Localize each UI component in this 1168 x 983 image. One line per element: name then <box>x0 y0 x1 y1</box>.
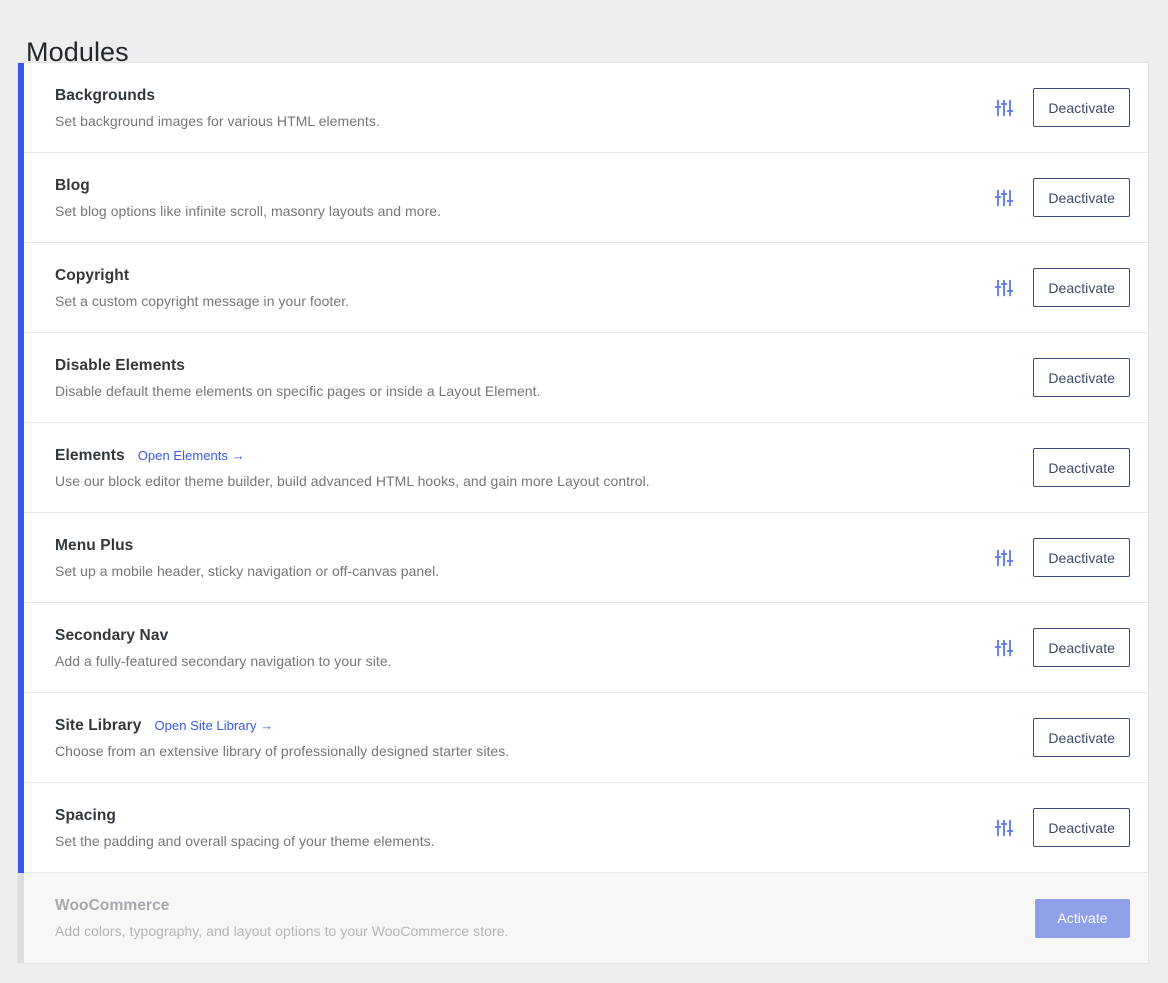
module-description: Set background images for various HTML e… <box>55 112 380 129</box>
module-description: Set up a mobile header, sticky navigatio… <box>55 562 440 579</box>
module-actions: Deactivate <box>978 358 1130 397</box>
module-title-line: Disable Elements <box>55 355 978 377</box>
module-row-secondary-nav: Secondary Nav Add a fully-featured secon… <box>24 603 1148 693</box>
module-name: Spacing <box>55 806 116 824</box>
module-info: Secondary Nav Add a fully-featured secon… <box>55 617 978 679</box>
sliders-icon[interactable] <box>992 96 1016 120</box>
module-deactivate-button[interactable]: Deactivate <box>1033 88 1130 127</box>
module-title-line: Copyright <box>55 265 978 287</box>
module-deactivate-button[interactable]: Deactivate <box>1033 358 1130 397</box>
sliders-icon[interactable] <box>992 276 1016 300</box>
module-description: Use our block editor theme builder, buil… <box>55 472 650 489</box>
module-description: Set the padding and overall spacing of y… <box>55 832 435 849</box>
module-name: Disable Elements <box>55 356 185 374</box>
module-info: Backgrounds Set background images for va… <box>55 77 978 139</box>
module-info: Disable Elements Disable default theme e… <box>55 347 978 409</box>
module-info: Copyright Set a custom copyright message… <box>55 257 978 319</box>
module-row-menu-plus: Menu Plus Set up a mobile header, sticky… <box>24 513 1148 603</box>
sliders-icon[interactable] <box>992 186 1016 210</box>
module-row-spacing: Spacing Set the padding and overall spac… <box>24 783 1148 873</box>
module-name: Site Library <box>55 716 142 734</box>
module-deactivate-button[interactable]: Deactivate <box>1033 178 1130 217</box>
module-row-disable-elements: Disable Elements Disable default theme e… <box>24 333 1148 423</box>
module-name: Secondary Nav <box>55 626 169 644</box>
module-deactivate-button[interactable]: Deactivate <box>1033 268 1130 307</box>
module-row-elements: Elements Open Elements → Use our block e… <box>24 423 1148 513</box>
module-row-copyright: Copyright Set a custom copyright message… <box>24 243 1148 333</box>
module-row-blog: Blog Set blog options like infinite scro… <box>24 153 1148 243</box>
module-actions: Deactivate <box>978 718 1130 757</box>
module-info: WooCommerce Add colors, typography, and … <box>55 887 978 949</box>
module-title-line: Secondary Nav <box>55 625 978 647</box>
module-name: Menu Plus <box>55 536 134 554</box>
module-description: Choose from an extensive library of prof… <box>55 742 510 759</box>
module-row-site-library: Site Library Open Site Library → Choose … <box>24 693 1148 783</box>
module-actions: Deactivate <box>978 88 1130 127</box>
module-info: Menu Plus Set up a mobile header, sticky… <box>55 527 978 589</box>
modules-list-card: Backgrounds Set background images for va… <box>18 63 1148 963</box>
module-name: Backgrounds <box>55 86 156 104</box>
module-actions: Deactivate <box>978 448 1130 487</box>
sliders-icon[interactable] <box>992 816 1016 840</box>
module-info: Elements Open Elements → Use our block e… <box>55 437 978 499</box>
module-title-line: WooCommerce <box>55 895 978 917</box>
module-name: Blog <box>55 176 90 194</box>
module-info: Blog Set blog options like infinite scro… <box>55 167 978 229</box>
module-actions: Deactivate <box>978 178 1130 217</box>
module-description: Set a custom copyright message in your f… <box>55 292 350 309</box>
module-title-line: Blog <box>55 175 978 197</box>
module-info: Spacing Set the padding and overall spac… <box>55 797 978 859</box>
module-description: Disable default theme elements on specif… <box>55 382 541 399</box>
module-description: Add colors, typography, and layout optio… <box>55 923 509 939</box>
module-title-line: Spacing <box>55 805 978 827</box>
module-actions: Deactivate <box>978 808 1130 847</box>
module-actions: Deactivate <box>978 538 1130 577</box>
module-deactivate-button[interactable]: Deactivate <box>1033 718 1130 757</box>
modules-page: Modules Backgrounds Set background image… <box>0 0 1168 983</box>
module-title-line: Menu Plus <box>55 535 978 557</box>
module-deactivate-button[interactable]: Deactivate <box>1033 538 1130 577</box>
module-name: Copyright <box>55 266 130 284</box>
module-actions: Deactivate <box>978 268 1130 307</box>
module-name: Elements <box>55 446 125 464</box>
module-actions: Activate <box>978 898 1130 938</box>
module-actions: Deactivate <box>978 628 1130 667</box>
module-description: Set blog options like infinite scroll, m… <box>55 202 442 219</box>
module-deactivate-button[interactable]: Deactivate <box>1033 808 1130 847</box>
module-row-woocommerce: WooCommerce Add colors, typography, and … <box>18 873 1148 963</box>
module-title-line: Elements Open Elements → <box>55 445 978 467</box>
sliders-icon[interactable] <box>992 546 1016 570</box>
module-open-link[interactable]: Open Site Library → <box>154 717 273 735</box>
module-open-link[interactable]: Open Elements → <box>138 447 245 465</box>
module-deactivate-button[interactable]: Deactivate <box>1033 448 1130 487</box>
module-activate-button[interactable]: Activate <box>1035 898 1130 938</box>
module-description: Add a fully-featured secondary navigatio… <box>55 652 392 669</box>
module-row-backgrounds: Backgrounds Set background images for va… <box>24 63 1148 153</box>
module-deactivate-button[interactable]: Deactivate <box>1033 628 1130 667</box>
module-info: Site Library Open Site Library → Choose … <box>55 707 978 769</box>
module-title-line: Backgrounds <box>55 85 978 107</box>
module-title-line: Site Library Open Site Library → <box>55 715 978 737</box>
module-name: WooCommerce <box>55 897 170 914</box>
sliders-icon[interactable] <box>992 636 1016 660</box>
